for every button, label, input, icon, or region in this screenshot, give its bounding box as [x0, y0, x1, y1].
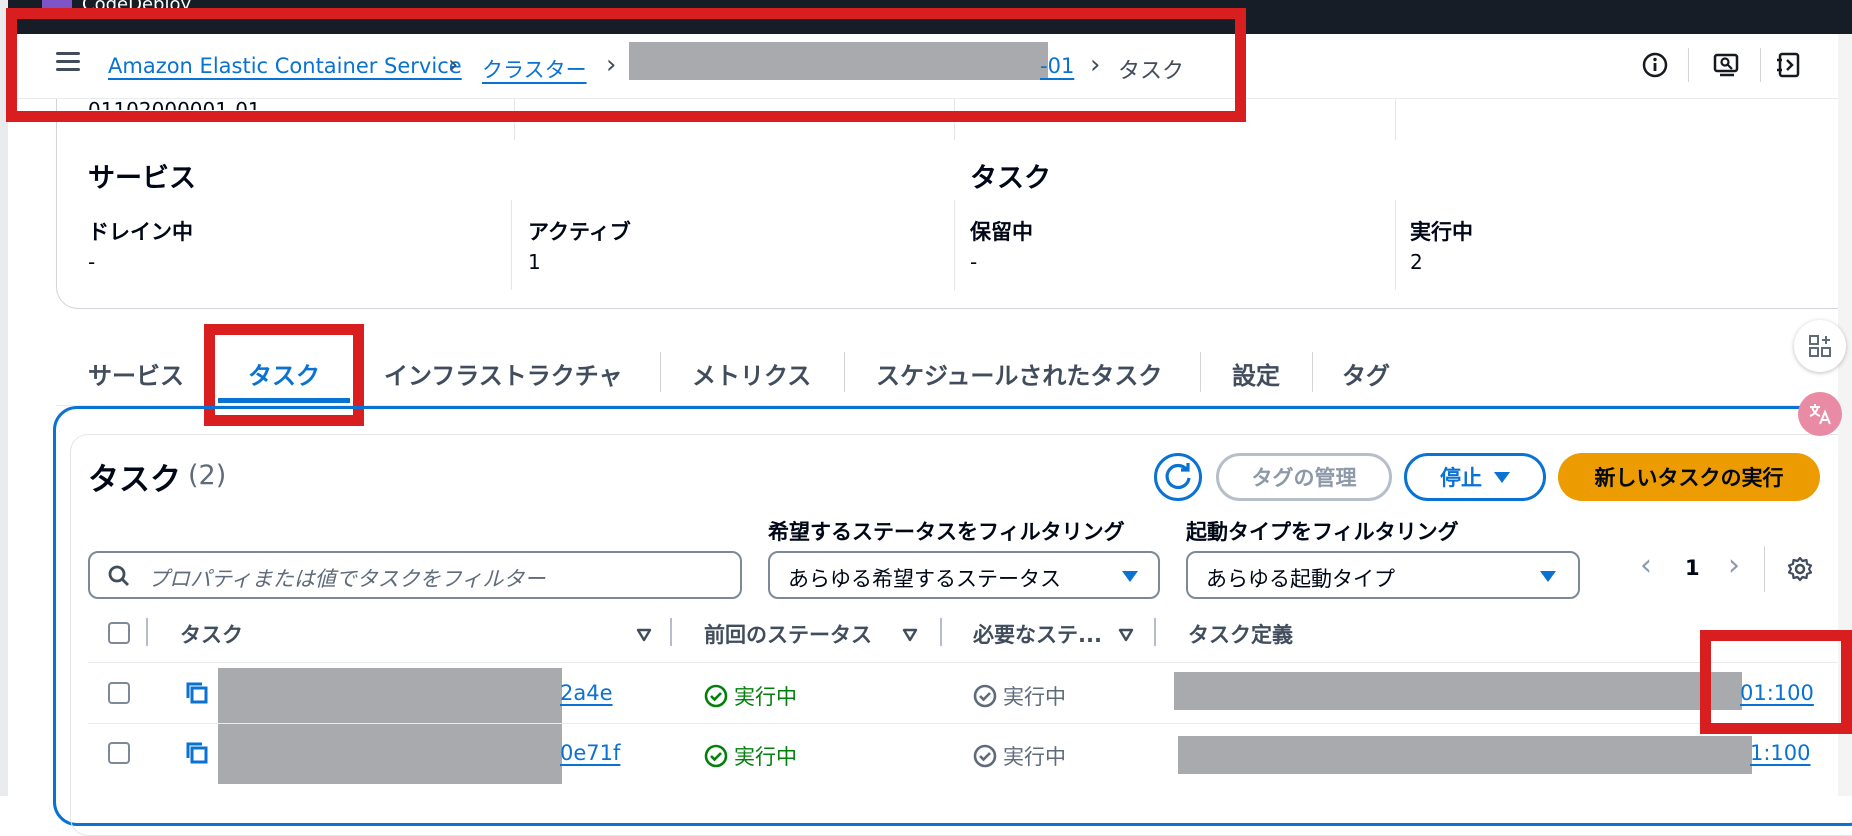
- sort-icon[interactable]: [902, 628, 918, 642]
- caret-down-icon: [1540, 571, 1556, 582]
- task-definition-link[interactable]: 1:100: [1750, 741, 1811, 765]
- stop-button-label: 停止: [1440, 466, 1482, 490]
- header-divider: [1760, 48, 1761, 82]
- overview-divider: [954, 200, 955, 290]
- annotation-breadcrumb-box: [6, 8, 1246, 122]
- notes-icon[interactable]: [1774, 50, 1804, 80]
- pager-prev-icon[interactable]: ‹: [1640, 548, 1652, 583]
- sort-icon[interactable]: [1118, 628, 1134, 642]
- overview-divider: [511, 200, 512, 290]
- redacted-task-definition: [1174, 672, 1742, 710]
- running-label: 実行中: [1410, 220, 1473, 244]
- tab-infrastructure[interactable]: インフラストラクチャ: [384, 356, 623, 391]
- row-checkbox[interactable]: [108, 742, 130, 764]
- sort-icon[interactable]: [636, 628, 652, 642]
- check-circle-icon: [973, 744, 997, 768]
- tab-services[interactable]: サービス: [88, 356, 184, 391]
- redacted-task-id: [218, 726, 562, 784]
- desired-status-filter-label: 希望するステータスをフィルタリング: [768, 520, 1125, 544]
- column-header-task-definition[interactable]: タスク定義: [1188, 619, 1293, 649]
- tasks-panel-title: タスク: [88, 462, 181, 498]
- tab-divider: [1200, 352, 1201, 392]
- overview-divider: [1395, 98, 1396, 140]
- search-placeholder: プロパティまたは値でタスクをフィルター: [148, 567, 546, 591]
- launch-type-select[interactable]: あらゆる起動タイプ: [1186, 551, 1580, 599]
- launch-type-filter-label: 起動タイプをフィルタリング: [1186, 520, 1459, 544]
- translate-icon: [1809, 404, 1831, 425]
- info-icon[interactable]: [1640, 50, 1670, 80]
- pager-current-page[interactable]: 1: [1685, 556, 1700, 580]
- pager-divider: [1764, 546, 1765, 592]
- pending-value: -: [970, 250, 978, 274]
- task-id-link[interactable]: 0e71f: [560, 741, 620, 765]
- task-search-input[interactable]: プロパティまたは値でタスクをフィルター: [88, 551, 742, 599]
- column-divider: [940, 618, 942, 646]
- column-divider: [146, 618, 148, 646]
- redacted-task-id: [218, 668, 562, 726]
- tasks-count: (2): [188, 460, 227, 491]
- apps-add-icon: [1809, 335, 1831, 357]
- column-header-task[interactable]: タスク: [180, 619, 243, 649]
- last-status-text: 実行中: [734, 685, 797, 709]
- refresh-button[interactable]: [1154, 453, 1202, 501]
- header-row-line: [88, 662, 1838, 663]
- column-header-desired-status[interactable]: 必要なステ...: [973, 619, 1102, 649]
- redacted-task-definition: [1178, 736, 1752, 774]
- column-divider: [1154, 618, 1156, 646]
- draining-value: -: [88, 250, 96, 274]
- check-circle-icon: [704, 744, 728, 768]
- tasks-section-title: タスク: [970, 163, 1051, 194]
- tab-scheduled-tasks[interactable]: スケジュールされたタスク: [876, 356, 1162, 391]
- desired-status-text: 実行中: [1003, 745, 1066, 769]
- active-value: 1: [528, 250, 541, 274]
- run-new-task-button[interactable]: 新しいタスクの実行: [1558, 453, 1820, 501]
- row-checkbox[interactable]: [108, 682, 130, 704]
- last-status: 実行中: [704, 741, 797, 771]
- annotation-task-definition-box: [1700, 630, 1852, 734]
- caret-down-icon: [1494, 471, 1510, 483]
- tab-divider: [1312, 352, 1313, 392]
- copy-icon[interactable]: [184, 740, 210, 766]
- tab-divider: [844, 352, 845, 392]
- desired-status: 実行中: [973, 741, 1066, 771]
- services-section-title: サービス: [88, 163, 196, 194]
- manage-tags-button[interactable]: タグの管理: [1216, 453, 1392, 501]
- caret-down-icon: [1122, 571, 1138, 582]
- check-circle-icon: [973, 684, 997, 708]
- desired-status-text: 実行中: [1003, 685, 1066, 709]
- tab-metrics[interactable]: メトリクス: [692, 356, 811, 391]
- active-label: アクティブ: [528, 220, 631, 244]
- desired-status-value: あらゆる希望するステータス: [788, 567, 1061, 591]
- column-header-last-status[interactable]: 前回のステータス: [704, 619, 872, 649]
- column-divider: [670, 618, 672, 646]
- header-divider: [1688, 48, 1689, 82]
- stop-button[interactable]: 停止: [1404, 453, 1546, 501]
- desired-status-select[interactable]: あらゆる希望するステータス: [768, 551, 1160, 599]
- copy-icon[interactable]: [184, 680, 210, 706]
- table-row-line: [88, 723, 1838, 724]
- translate-button[interactable]: [1798, 392, 1842, 436]
- tab-configuration[interactable]: 設定: [1232, 356, 1280, 391]
- search-icon: [108, 565, 129, 586]
- last-status: 実行中: [704, 681, 797, 711]
- running-value: 2: [1410, 250, 1423, 274]
- draining-label: ドレイン中: [88, 220, 193, 244]
- gear-icon[interactable]: [1786, 555, 1814, 583]
- pending-label: 保留中: [970, 220, 1033, 244]
- launch-type-value: あらゆる起動タイプ: [1206, 567, 1395, 591]
- feedback-icon[interactable]: [1712, 50, 1742, 80]
- select-all-checkbox[interactable]: [108, 622, 130, 644]
- overview-divider: [1395, 200, 1396, 290]
- last-status-text: 実行中: [734, 745, 797, 769]
- tab-tags[interactable]: タグ: [1342, 356, 1390, 391]
- pager-next-icon[interactable]: ›: [1728, 548, 1740, 583]
- desired-status: 実行中: [973, 681, 1066, 711]
- tab-divider: [660, 352, 661, 392]
- widget-button[interactable]: [1794, 320, 1846, 372]
- task-id-link[interactable]: 2a4e: [560, 681, 613, 705]
- refresh-icon: [1165, 463, 1191, 490]
- check-circle-icon: [704, 684, 728, 708]
